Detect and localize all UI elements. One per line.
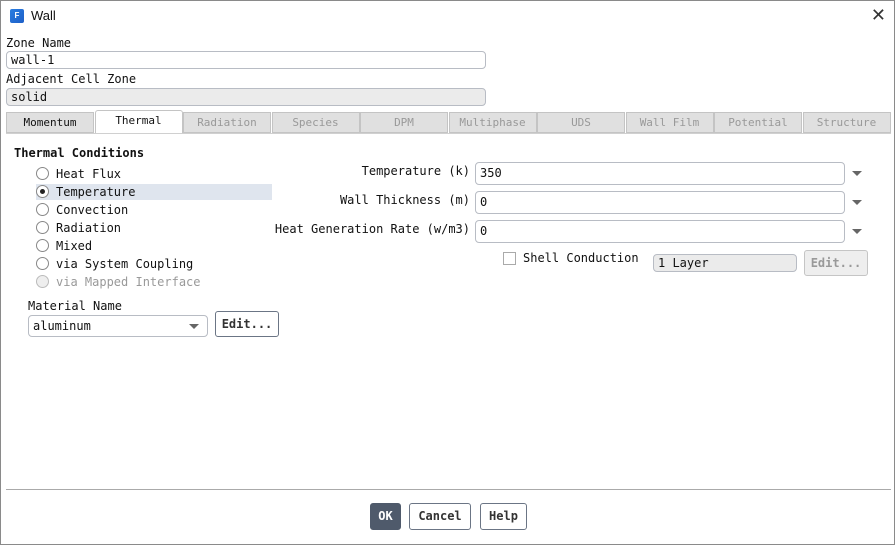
tab-thermal[interactable]: Thermal	[94, 110, 183, 134]
thermal-conditions-heading: Thermal Conditions	[14, 146, 145, 160]
radio-label: Temperature	[56, 185, 136, 199]
material-name-label: Material Name	[28, 299, 122, 313]
shell-edit-button[interactable]: Edit...	[804, 250, 868, 276]
help-button[interactable]: Help	[480, 503, 527, 530]
ok-button[interactable]: OK	[370, 503, 401, 530]
cancel-button[interactable]: Cancel	[409, 503, 471, 530]
radio-via-mapped-interface[interactable]: via Mapped Interface	[36, 274, 272, 290]
zone-name-label: Zone Name	[6, 36, 72, 50]
radio-button-icon	[36, 221, 49, 234]
radio-convection[interactable]: Convection	[36, 202, 272, 218]
tab-uds[interactable]: UDS	[537, 112, 625, 133]
shell-conduction-label: Shell Conduction	[523, 251, 639, 265]
tab-potential[interactable]: Potential	[714, 112, 802, 133]
fluent-logo-icon: F	[10, 9, 24, 23]
radio-button-icon	[36, 257, 49, 270]
param-label: Wall Thickness (m)	[339, 193, 470, 207]
param-input[interactable]: 0	[475, 191, 845, 214]
param-input[interactable]: 350	[475, 162, 845, 185]
tab-wall-film[interactable]: Wall Film	[625, 112, 714, 133]
param-options-chevron-icon[interactable]	[852, 200, 862, 205]
zone-name-input[interactable]: wall-1	[6, 51, 486, 69]
radio-label: Mixed	[56, 239, 93, 253]
tab-radiation[interactable]: Radiation	[183, 112, 271, 133]
close-icon[interactable]: ✕	[871, 5, 886, 26]
tab-panel-divider	[6, 133, 891, 134]
radio-button-icon	[36, 203, 49, 216]
radio-heat-flux[interactable]: Heat Flux	[36, 166, 272, 182]
tab-multiphase[interactable]: Multiphase	[448, 112, 537, 133]
param-input[interactable]: 0	[475, 220, 845, 243]
radio-radiation[interactable]: Radiation	[36, 220, 272, 236]
param-label: Temperature (k)	[361, 164, 470, 178]
title-bar: F Wall ✕	[1, 1, 894, 31]
param-options-chevron-icon[interactable]	[852, 171, 862, 176]
radio-temperature[interactable]: Temperature	[36, 184, 272, 200]
radio-button-icon	[36, 275, 49, 288]
radio-mixed[interactable]: Mixed	[36, 238, 272, 254]
layers-field: 1 Layer	[653, 254, 797, 272]
radio-via-system-coupling[interactable]: via System Coupling	[36, 256, 272, 272]
chevron-down-icon	[189, 324, 199, 329]
tab-dpm[interactable]: DPM	[360, 112, 448, 133]
radio-label: Heat Flux	[56, 167, 122, 181]
shell-conduction-checkbox[interactable]	[503, 252, 516, 265]
radio-label: via Mapped Interface	[56, 275, 201, 289]
material-name-value: aluminum	[33, 319, 91, 333]
adjacent-cell-zone-field: solid	[6, 88, 486, 106]
radio-label: Radiation	[56, 221, 122, 235]
radio-label: Convection	[56, 203, 129, 217]
material-name-dropdown[interactable]: aluminum	[28, 315, 208, 337]
footer-divider	[6, 489, 891, 490]
wall-dialog: F Wall ✕ Zone Name wall-1 Adjacent Cell …	[0, 0, 895, 545]
radio-button-icon	[36, 185, 49, 198]
param-label: Heat Generation Rate (w/m3)	[274, 222, 470, 236]
adjacent-cell-zone-label: Adjacent Cell Zone	[6, 72, 137, 86]
tab-structure[interactable]: Structure	[802, 112, 891, 133]
radio-label: via System Coupling	[56, 257, 194, 271]
radio-button-icon	[36, 167, 49, 180]
tab-species[interactable]: Species	[271, 112, 360, 133]
radio-button-icon	[36, 239, 49, 252]
tab-bar: Momentum Thermal Radiation Species DPM Multip…	[6, 110, 891, 134]
material-edit-button[interactable]: Edit...	[215, 311, 279, 337]
window-title: Wall	[31, 8, 56, 23]
param-options-chevron-icon[interactable]	[852, 229, 862, 234]
tab-momentum[interactable]: Momentum	[6, 112, 94, 133]
